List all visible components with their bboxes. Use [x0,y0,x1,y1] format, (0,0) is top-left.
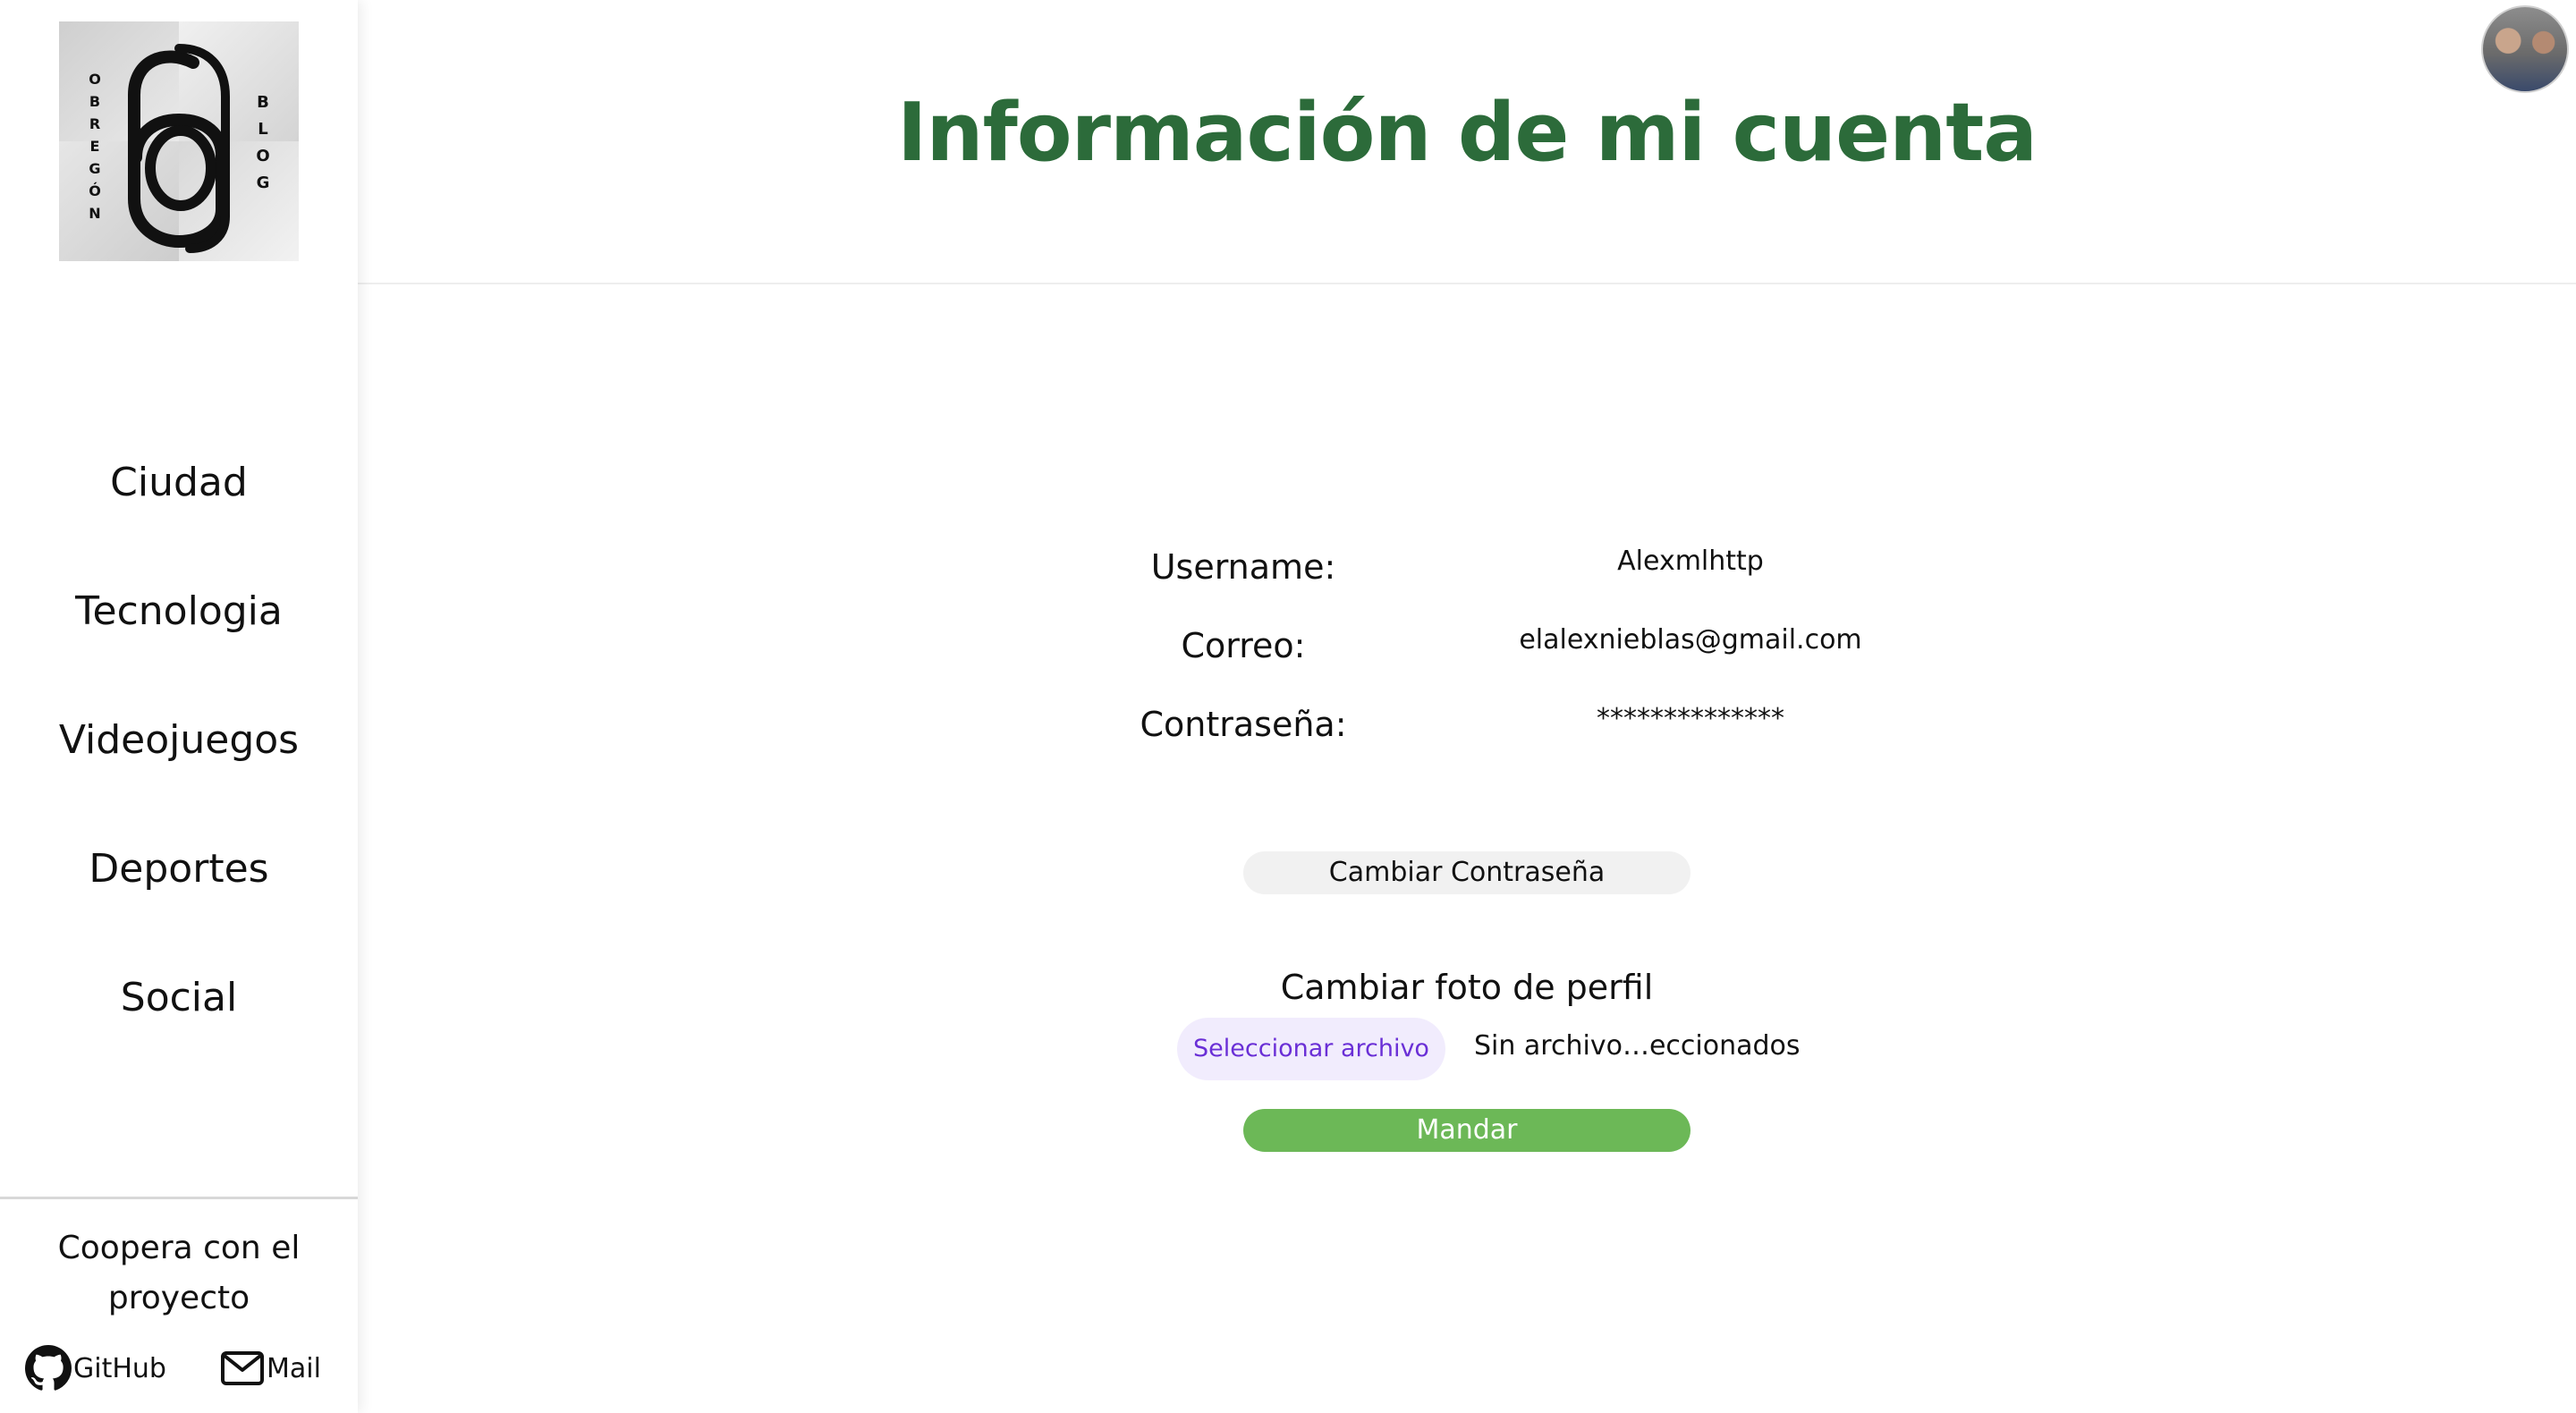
page-title: Información de mi cuenta [897,86,2038,180]
password-value: ************** [1597,703,1784,734]
username-row: Username: Alexmlhttp [1073,537,1968,599]
profile-photo-title: Cambiar foto de perfil [1280,968,1654,1007]
username-label: Username: [1150,547,1336,587]
sidebar-item-social[interactable]: Social [0,953,358,1082]
user-avatar[interactable] [2481,5,2569,93]
password-label: Contraseña: [1140,705,1347,744]
cooperate-line-2: proyecto [107,1280,250,1316]
cooperate-line-1: Coopera con el [57,1230,301,1266]
mail-icon [221,1351,264,1385]
sidebar-item-ciudad[interactable]: Ciudad [0,438,358,567]
github-link[interactable]: GitHub [25,1343,166,1393]
sidebar-item-tecnologia[interactable]: Tecnologia [0,567,358,696]
sidebar-nav: Ciudad Tecnologia Videojuegos Deportes S… [0,438,358,1082]
github-icon [25,1345,72,1391]
mail-link[interactable]: Mail [220,1343,321,1393]
sidebar: OBREGÓN BLOG Ciudad Tecnologia Videojueg… [0,0,358,1413]
logo-text-blog: BLOG [256,93,270,192]
change-password-button[interactable]: Cambiar Contraseña [1243,851,1690,894]
sidebar-item-videojuegos[interactable]: Videojuegos [0,696,358,825]
github-label: GitHub [73,1352,166,1384]
submit-button[interactable]: Mandar [1243,1109,1690,1152]
sidebar-item-deportes[interactable]: Deportes [0,825,358,953]
file-status-text: Sin archivo…eccionados [1474,1030,1801,1062]
cooperate-text: Coopera con el proyecto [0,1223,358,1324]
password-row: Contraseña: ************** [1073,694,1968,757]
email-value: elalexnieblas@gmail.com [1519,624,1862,656]
username-value: Alexmlhttp [1617,546,1764,577]
mail-label: Mail [267,1352,321,1384]
email-label: Correo: [1181,626,1306,665]
email-row: Correo: elalexnieblas@gmail.com [1073,615,1968,678]
blog-logo[interactable]: OBREGÓN BLOG [59,21,299,261]
social-links: GitHub Mail [25,1343,347,1393]
page-header: Información de mi cuenta [358,0,2576,284]
sidebar-divider [0,1197,358,1199]
logo-text-obregon: OBREGÓN [89,71,101,222]
select-file-button[interactable]: Seleccionar archivo [1177,1018,1445,1080]
